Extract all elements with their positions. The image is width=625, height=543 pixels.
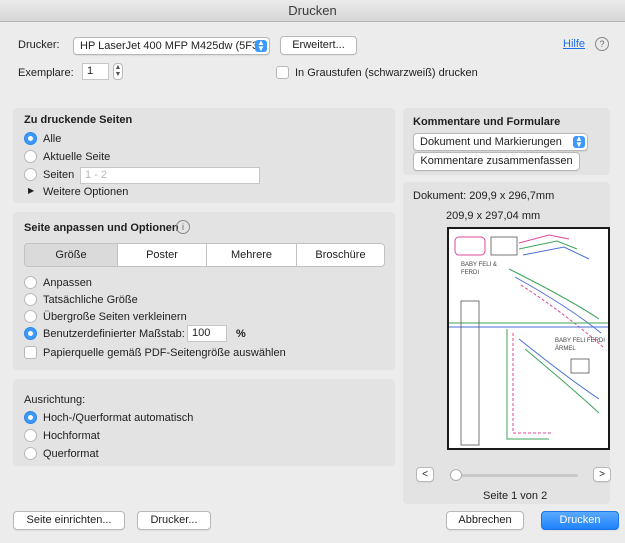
summarize-comments-button[interactable]: Kommentare zusammenfassen [413,152,580,171]
pages-current-radio[interactable] [24,150,37,163]
scale-unit: % [236,328,246,340]
pages-heading: Zu druckende Seiten [24,114,133,126]
window-title: Drucken [0,0,625,22]
actual-size-radio[interactable] [24,293,37,306]
tab-booklet[interactable]: Broschüre [296,243,385,267]
disclosure-triangle-icon[interactable]: ▶ [28,186,34,195]
orientation-auto-radio[interactable] [24,411,37,424]
scale-input[interactable]: 100 [187,325,227,342]
pages-range-input[interactable]: 1 - 2 [80,167,260,184]
printer-select[interactable]: HP LaserJet 400 MFP M425dw (5F3... ▲ ▼ [73,37,270,55]
page-slider-thumb[interactable] [450,469,462,481]
comments-select-value: Dokument und Markierungen [420,136,562,148]
orientation-landscape-radio[interactable] [24,447,37,460]
copies-input[interactable]: 1 [82,63,109,80]
actual-size-label: Tatsächliche Größe [43,294,138,306]
fit-heading: Seite anpassen und Optionen [24,222,179,234]
fit-label: Anpassen [43,277,92,289]
help-icon[interactable]: ? [595,37,609,51]
custom-scale-label: Benutzerdefinierter Maßstab: [43,328,185,340]
page-indicator: Seite 1 von 2 [483,490,548,502]
orientation-heading: Ausrichtung: [24,394,86,406]
pages-current-label: Aktuelle Seite [43,151,111,163]
pattern-label-sleeve: BABY FELI FERDI ÄRMEL [555,338,605,352]
shrink-radio[interactable] [24,310,37,323]
chevron-updown-icon: ▲ ▼ [573,135,585,149]
orientation-portrait-label: Hochformat [43,430,100,442]
print-button[interactable]: Drucken [541,511,619,530]
tab-multiple[interactable]: Mehrere [206,243,297,267]
advanced-button[interactable]: Erweitert... [280,36,357,55]
next-page-button[interactable]: > [593,467,611,482]
pages-all-label: Alle [43,133,62,145]
orientation-portrait-radio[interactable] [24,429,37,442]
copies-stepper[interactable]: ▲ ▼ [113,63,123,80]
grayscale-label: In Graustufen (schwarzweiß) drucken [295,67,478,79]
page-size: 209,9 x 297,04 mm [446,210,541,222]
tab-poster[interactable]: Poster [117,243,207,267]
chevron-updown-icon: ▲ ▼ [255,39,267,53]
help-link[interactable]: Hilfe [563,38,585,50]
prev-page-button[interactable]: < [416,467,434,482]
fit-radio[interactable] [24,276,37,289]
orientation-landscape-label: Querformat [43,448,99,460]
printer-label: Drucker: [18,39,60,51]
copies-label: Exemplare: [18,67,74,79]
pages-range-label: Seiten [43,169,75,181]
paper-source-label: Papierquelle gemäß PDF-Seitengröße auswä… [43,347,286,359]
document-size: Dokument: 209,9 x 296,7mm [413,190,555,202]
orientation-auto-label: Hoch-/Querformat automatisch [43,412,194,424]
pages-range-radio[interactable] [24,168,37,181]
comments-select[interactable]: Dokument und Markierungen ▲ ▼ [413,133,588,151]
pattern-label-main: BABY FELI & FERDI [461,262,497,276]
more-options-toggle[interactable]: Weitere Optionen [43,186,128,198]
tab-size[interactable]: Größe [24,243,118,267]
grayscale-checkbox[interactable] [276,66,289,79]
page-setup-button[interactable]: Seite einrichten... [13,511,125,530]
pages-all-radio[interactable] [24,132,37,145]
printer-select-value: HP LaserJet 400 MFP M425dw (5F3... [80,40,268,52]
cancel-button[interactable]: Abbrechen [446,511,524,530]
page-slider-track[interactable] [450,474,578,477]
info-icon[interactable]: i [176,220,190,234]
shrink-label: Übergroße Seiten verkleinern [43,311,187,323]
page-preview: BABY FELI & FERDI BABY FELI FERDI ÄRMEL [447,227,610,450]
paper-source-checkbox[interactable] [24,346,37,359]
custom-scale-radio[interactable] [24,327,37,340]
printer-button[interactable]: Drucker... [137,511,211,530]
comments-heading: Kommentare und Formulare [413,116,561,128]
